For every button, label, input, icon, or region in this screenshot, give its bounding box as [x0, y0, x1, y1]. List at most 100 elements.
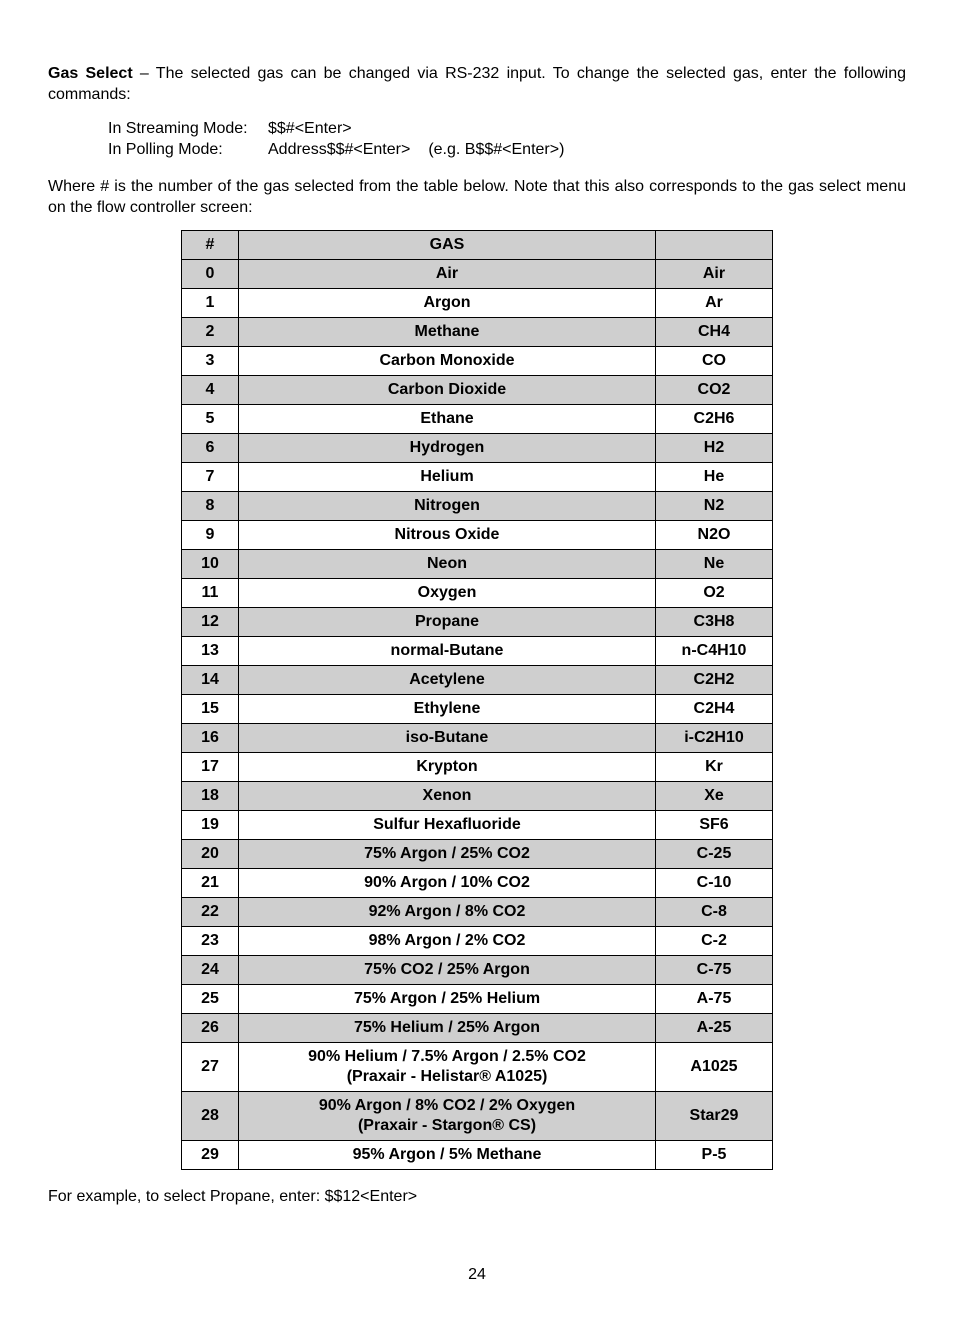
- intro-body: – The selected gas can be changed via RS…: [48, 65, 906, 103]
- row-number: 24: [182, 956, 239, 985]
- row-symbol: N2O: [656, 521, 773, 550]
- row-symbol: Ar: [656, 289, 773, 318]
- table-row: 8NitrogenN2: [182, 492, 773, 521]
- table-row: 2575% Argon / 25% HeliumA-75: [182, 985, 773, 1014]
- row-symbol: N2: [656, 492, 773, 521]
- table-row: 12PropaneC3H8: [182, 608, 773, 637]
- row-gas: Propane: [239, 608, 656, 637]
- row-gas: 95% Argon / 5% Methane: [239, 1141, 656, 1170]
- row-symbol: O2: [656, 579, 773, 608]
- row-gas: normal-Butane: [239, 637, 656, 666]
- header-number: #: [182, 231, 239, 260]
- row-number: 29: [182, 1141, 239, 1170]
- table-row: 15EthyleneC2H4: [182, 695, 773, 724]
- table-row: 2MethaneCH4: [182, 318, 773, 347]
- table-row: 10NeonNe: [182, 550, 773, 579]
- table-row: 11OxygenO2: [182, 579, 773, 608]
- row-number: 28: [182, 1092, 239, 1141]
- row-gas: Carbon Dioxide: [239, 376, 656, 405]
- row-symbol: A1025: [656, 1043, 773, 1092]
- row-symbol: Star29: [656, 1092, 773, 1141]
- table-row: 4Carbon DioxideCO2: [182, 376, 773, 405]
- row-number: 25: [182, 985, 239, 1014]
- row-number: 26: [182, 1014, 239, 1043]
- row-gas: Ethane: [239, 405, 656, 434]
- row-symbol: Air: [656, 260, 773, 289]
- row-symbol: P-5: [656, 1141, 773, 1170]
- table-row: 0AirAir: [182, 260, 773, 289]
- table-row: 13normal-Butanen-C4H10: [182, 637, 773, 666]
- intro-paragraph: Gas Select – The selected gas can be cha…: [48, 64, 906, 106]
- row-gas: 75% Argon / 25% CO2: [239, 840, 656, 869]
- row-gas: 90% Argon / 8% CO2 / 2% Oxygen(Praxair -…: [239, 1092, 656, 1141]
- row-number: 0: [182, 260, 239, 289]
- row-gas: 90% Helium / 7.5% Argon / 2.5% CO2(Praxa…: [239, 1043, 656, 1092]
- row-gas: 98% Argon / 2% CO2: [239, 927, 656, 956]
- table-row: 2890% Argon / 8% CO2 / 2% Oxygen(Praxair…: [182, 1092, 773, 1141]
- row-symbol: C-10: [656, 869, 773, 898]
- intro-title: Gas Select: [48, 65, 133, 82]
- row-number: 13: [182, 637, 239, 666]
- table-row: 9Nitrous OxideN2O: [182, 521, 773, 550]
- row-symbol: n-C4H10: [656, 637, 773, 666]
- row-symbol: H2: [656, 434, 773, 463]
- commands-block: In Streaming Mode: $$#<Enter> In Polling…: [108, 118, 906, 161]
- row-gas: Ethylene: [239, 695, 656, 724]
- table-row: 2292% Argon / 8% CO2C-8: [182, 898, 773, 927]
- row-number: 8: [182, 492, 239, 521]
- row-symbol: CH4: [656, 318, 773, 347]
- row-gas: Argon: [239, 289, 656, 318]
- row-number: 2: [182, 318, 239, 347]
- row-symbol: C2H4: [656, 695, 773, 724]
- table-row: 1ArgonAr: [182, 289, 773, 318]
- row-gas: Carbon Monoxide: [239, 347, 656, 376]
- row-gas: Sulfur Hexafluoride: [239, 811, 656, 840]
- row-symbol: A-75: [656, 985, 773, 1014]
- row-gas: Neon: [239, 550, 656, 579]
- row-number: 9: [182, 521, 239, 550]
- example-paragraph: For example, to select Propane, enter: $…: [48, 1188, 906, 1206]
- row-number: 4: [182, 376, 239, 405]
- row-number: 16: [182, 724, 239, 753]
- row-symbol: C3H8: [656, 608, 773, 637]
- table-row: 2995% Argon / 5% MethaneP-5: [182, 1141, 773, 1170]
- row-symbol: C-25: [656, 840, 773, 869]
- table-row: 14AcetyleneC2H2: [182, 666, 773, 695]
- row-symbol: C2H6: [656, 405, 773, 434]
- row-gas: 75% Helium / 25% Argon: [239, 1014, 656, 1043]
- row-symbol: SF6: [656, 811, 773, 840]
- row-number: 22: [182, 898, 239, 927]
- gas-table: # GAS 0AirAir1ArgonAr2MethaneCH43Carbon …: [181, 230, 773, 1170]
- row-number: 15: [182, 695, 239, 724]
- table-row: 19Sulfur HexafluorideSF6: [182, 811, 773, 840]
- table-row: 17KryptonKr: [182, 753, 773, 782]
- row-symbol: CO2: [656, 376, 773, 405]
- header-gas: GAS: [239, 231, 656, 260]
- row-number: 3: [182, 347, 239, 376]
- table-row: 18XenonXe: [182, 782, 773, 811]
- row-symbol: C-8: [656, 898, 773, 927]
- row-number: 10: [182, 550, 239, 579]
- explain-paragraph: Where # is the number of the gas selecte…: [48, 177, 906, 219]
- row-gas: Helium: [239, 463, 656, 492]
- table-row: 2398% Argon / 2% CO2C-2: [182, 927, 773, 956]
- table-row: 2790% Helium / 7.5% Argon / 2.5% CO2(Pra…: [182, 1043, 773, 1092]
- row-gas: Acetylene: [239, 666, 656, 695]
- row-gas: 75% CO2 / 25% Argon: [239, 956, 656, 985]
- table-row: 3Carbon MonoxideCO: [182, 347, 773, 376]
- row-number: 17: [182, 753, 239, 782]
- table-row: 2475% CO2 / 25% ArgonC-75: [182, 956, 773, 985]
- row-symbol: He: [656, 463, 773, 492]
- polling-example: (e.g. B$$#<Enter>): [428, 139, 564, 161]
- row-number: 19: [182, 811, 239, 840]
- row-symbol: Kr: [656, 753, 773, 782]
- row-symbol: C-75: [656, 956, 773, 985]
- header-symbol: [656, 231, 773, 260]
- row-symbol: C-2: [656, 927, 773, 956]
- row-number: 20: [182, 840, 239, 869]
- row-number: 7: [182, 463, 239, 492]
- row-gas: Oxygen: [239, 579, 656, 608]
- row-symbol: i-C2H10: [656, 724, 773, 753]
- table-row: 2075% Argon / 25% CO2C-25: [182, 840, 773, 869]
- row-symbol: CO: [656, 347, 773, 376]
